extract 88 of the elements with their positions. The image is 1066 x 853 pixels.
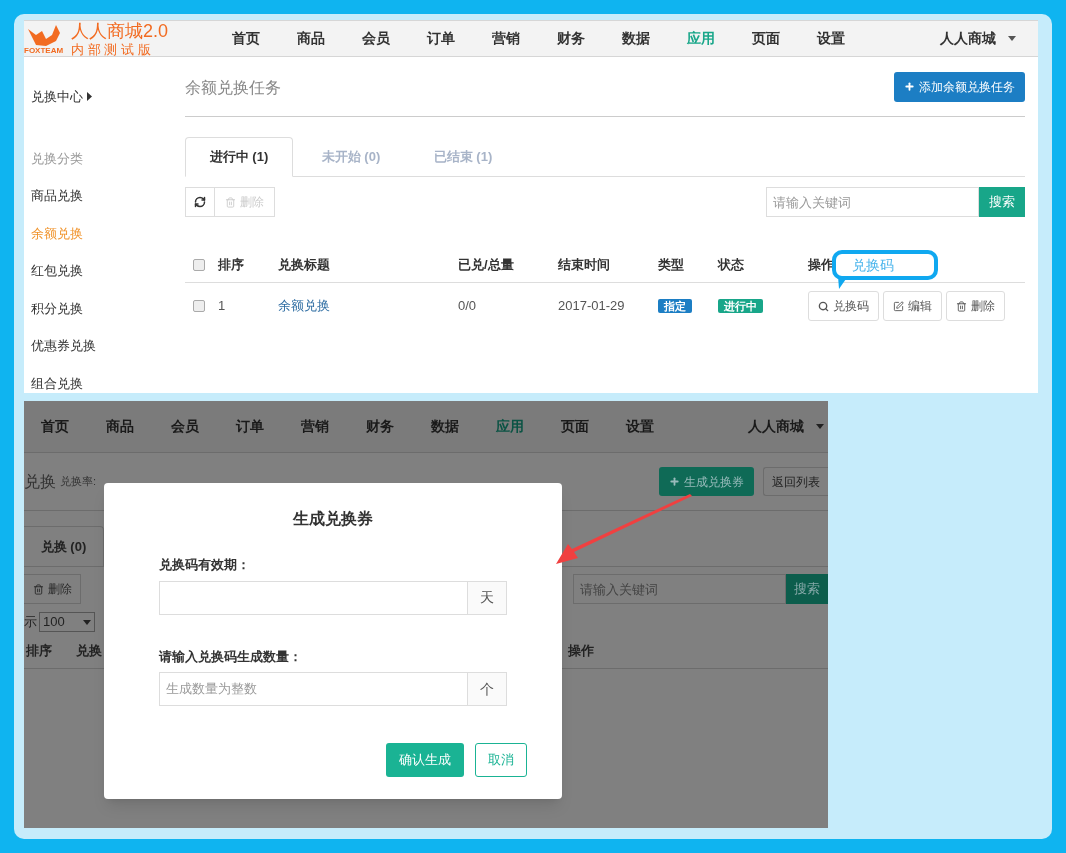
nav-link[interactable]: 设置 [626,416,654,437]
edit-icon [893,300,904,312]
modal-input-field[interactable]: 生成数量为整数 [159,672,468,706]
sidebar-item[interactable]: 商品兑换 [31,186,185,206]
sidebar-item[interactable]: 红包兑换 [31,261,185,281]
status-tag: 进行中 [718,299,763,314]
status-tab[interactable]: 未开始 (0) [297,137,405,176]
nav-link[interactable]: 订单 [427,28,455,49]
search-icon [818,300,829,312]
nav-link[interactable]: 应用 [687,28,715,49]
page-size-select[interactable]: 100 [39,612,95,632]
nav-link[interactable]: 设置 [817,28,845,49]
logo-title: 人人商城2.0 [71,21,169,40]
logo-caption: FOXTEAM [24,46,64,55]
trash-icon [32,583,44,595]
column-header: 操作 [568,641,594,660]
delete-button[interactable]: 删除 [24,574,81,604]
sidebar-heading[interactable]: 兑换中心 [31,87,83,107]
refresh-icon [194,196,206,208]
back-to-list-button[interactable]: 返回列表 [763,467,828,496]
nav-link[interactable]: 应用 [496,416,524,437]
page-title: 余额兑换任务 [185,77,281,98]
nav-link[interactable]: 数据 [622,28,650,49]
plus-icon [904,81,915,92]
nav-link[interactable]: 财务 [366,416,394,437]
nav-link[interactable]: 页面 [752,28,780,49]
status-tab[interactable]: 进行中 (1) [185,137,293,177]
sidebar-group-label: 兑换分类 [31,149,84,168]
plus-icon [669,476,680,487]
search-button[interactable]: 搜索 [979,187,1025,217]
nav-link[interactable]: 首页 [41,416,69,437]
unit-addon: 天 [468,580,507,615]
account-menu[interactable]: 人人商城 [940,28,996,49]
add-task-button[interactable]: 添加余额兑换任务 [894,71,1025,102]
caret-icon [816,424,824,429]
column-header: 排序 [218,255,245,274]
table-cell-text: 1 [218,297,227,316]
search-button[interactable]: 搜索 [786,574,828,604]
page-title: 兑换 [24,471,56,492]
caret-icon [83,619,91,625]
caret-icon [1008,36,1016,41]
nav-link[interactable]: 页面 [561,416,589,437]
row-action-button[interactable]: 兑换码 [808,291,879,321]
column-header: 状态 [718,255,745,274]
generate-voucher-button[interactable]: 生成兑换券 [659,467,754,496]
column-header: 排序 [26,641,53,660]
trash-icon [956,300,967,312]
nav-link[interactable]: 商品 [106,416,134,437]
trash-icon [225,196,236,208]
refresh-button[interactable] [185,187,215,217]
sidebar-item[interactable]: 余额兑换 [31,223,185,243]
unit-addon: 个 [468,672,507,706]
sidebar-item[interactable]: 积分兑换 [31,298,185,318]
modal-title: 生成兑换券 [291,509,374,529]
nav-link[interactable]: 商品 [297,28,325,49]
nav-link[interactable]: 营销 [301,416,329,437]
sidebar-item[interactable]: 优惠券兑换 [31,336,185,356]
select-all-checkbox[interactable] [193,258,205,271]
nav-link[interactable]: 营销 [492,28,520,49]
status-tab[interactable]: 已结束 (1) [409,137,517,176]
rate-label: 兑换率: [60,474,97,490]
column-header: 已兑/总量 [458,255,515,274]
table-cell-text: 2017-01-29 [558,297,626,316]
field-label: 兑换码有效期： [159,556,251,574]
nav-link[interactable]: 首页 [232,28,260,49]
column-header: 结束时间 [558,255,611,274]
caret-right-icon [87,92,92,102]
column-header: 兑换标题 [278,255,331,274]
column-header: 兑换 [76,641,103,660]
column-header: 类型 [658,255,685,274]
nav-link[interactable]: 会员 [362,28,390,49]
sidebar-item[interactable]: 组合兑换 [31,373,185,393]
field-label: 请输入兑换码生成数量： [159,647,303,666]
cancel-button[interactable]: 取消 [475,743,527,777]
nav-link[interactable]: 数据 [431,416,459,437]
nav-link[interactable]: 财务 [557,28,585,49]
confirm-button[interactable]: 确认生成 [386,743,464,777]
nav-link[interactable]: 会员 [171,416,199,437]
nav-link[interactable]: 订单 [236,416,264,437]
page-size-label: 示 [24,613,37,632]
title-link[interactable]: 余额兑换 [278,296,445,316]
table-cell-text: 0/0 [458,297,478,316]
row-checkbox[interactable] [193,300,205,312]
row-action-button[interactable]: 删除 [946,291,1005,321]
account-menu[interactable]: 人人商城 [748,416,804,437]
row-action-button[interactable]: 编辑 [883,291,942,321]
logo-subtitle: 内 部 测 试 版 [71,42,152,56]
type-tag: 指定 [658,299,692,314]
